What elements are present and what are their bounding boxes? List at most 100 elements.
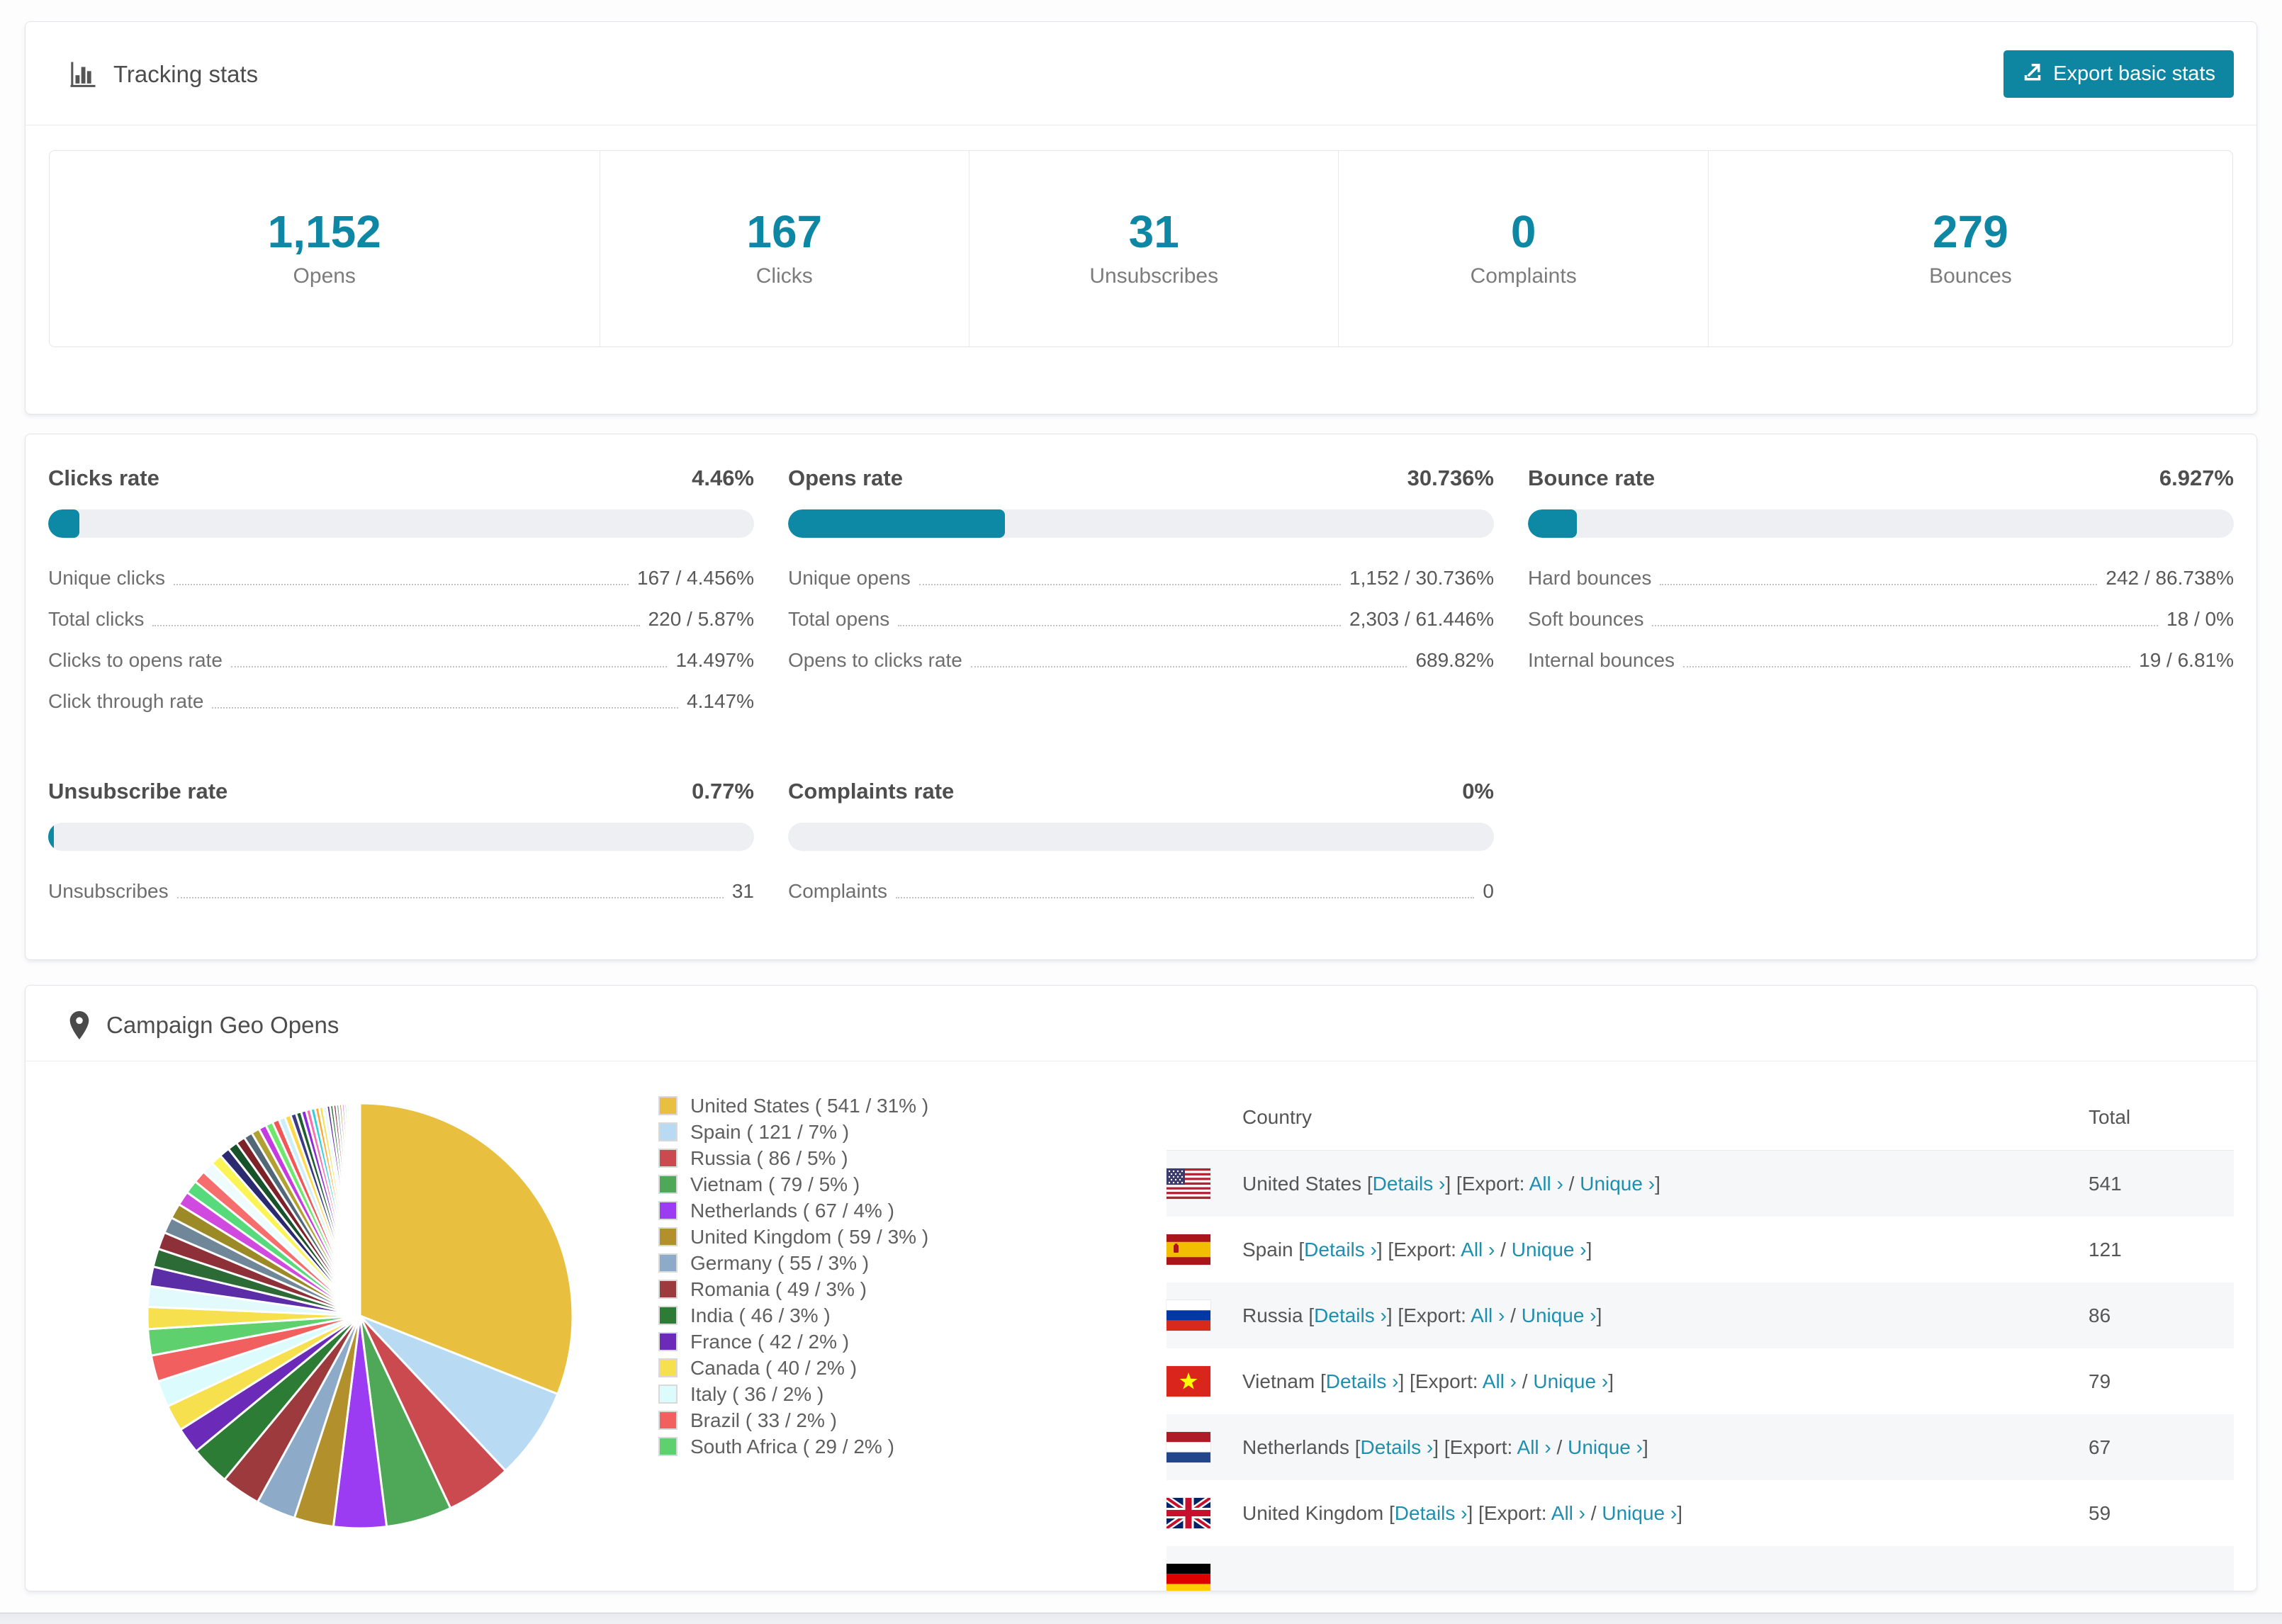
dotted-leader: [1660, 584, 2098, 585]
dotted-leader: [896, 897, 1475, 898]
export-all-link[interactable]: All ›: [1551, 1502, 1585, 1524]
rate-head: Bounce rate 6.927%: [1528, 463, 2234, 494]
flag-icon-us: [1167, 1168, 1210, 1199]
rate-block-opens-rate: Opens rate 30.736% Unique opens 1,152 / 30.…: [788, 463, 1494, 726]
legend-item-vietnam[interactable]: Vietnam ( 79 / 5% ): [658, 1171, 928, 1197]
dotted-leader: [1652, 625, 2159, 626]
rate-row-label: Click through rate: [48, 690, 204, 713]
rate-progress-bar: [788, 823, 1494, 851]
legend-item-france[interactable]: France ( 42 / 2% ): [658, 1329, 928, 1355]
details-link[interactable]: Details ›: [1314, 1304, 1387, 1326]
table-row-partial: [1167, 1546, 2234, 1591]
country-name: Vietnam [: [1242, 1370, 1326, 1392]
legend-item-south-africa[interactable]: South Africa ( 29 / 2% ): [658, 1433, 928, 1460]
rate-row: Unsubscribes 31: [48, 875, 754, 903]
rate-head: Complaints rate 0%: [788, 776, 1494, 807]
table-row-united-kingdom: United Kingdom [Details ›] [Export: All …: [1167, 1480, 2234, 1546]
total-cell: 121: [2089, 1238, 2122, 1261]
legend-item-romania[interactable]: Romania ( 49 / 3% ): [658, 1276, 928, 1302]
legend-item-spain[interactable]: Spain ( 121 / 7% ): [658, 1119, 928, 1145]
legend-item-india[interactable]: India ( 46 / 3% ): [658, 1302, 928, 1329]
export-unique-link[interactable]: Unique ›: [1580, 1173, 1655, 1195]
flag-icon-gb: [1167, 1498, 1210, 1528]
details-link[interactable]: Details ›: [1304, 1239, 1377, 1261]
table-row-russia: Russia [Details ›] [Export: All › / Uniq…: [1167, 1282, 2234, 1348]
campaign-geo-opens-card: Campaign Geo Opens United States ( 541 /…: [25, 985, 2257, 1591]
stat-label: Complaints: [1470, 264, 1577, 288]
export-unique-link[interactable]: Unique ›: [1602, 1502, 1677, 1524]
geo-title: Campaign Geo Opens: [68, 1010, 339, 1041]
legend-label: Italy ( 36 / 2% ): [690, 1382, 824, 1405]
stat-value: 0: [1510, 206, 1536, 257]
legend-item-united-states[interactable]: United States ( 541 / 31% ): [658, 1093, 928, 1119]
rate-row-value: 1,152 / 30.736%: [1349, 567, 1494, 590]
dotted-leader: [970, 666, 1407, 667]
details-link[interactable]: Details ›: [1395, 1502, 1468, 1524]
legend-label: Russia ( 86 / 5% ): [690, 1146, 848, 1169]
bracket-text: ] [Export:: [1445, 1172, 1529, 1195]
legend-item-italy[interactable]: Italy ( 36 / 2% ): [658, 1381, 928, 1407]
legend-color-chip: [658, 1332, 678, 1351]
legend-item-brazil[interactable]: Brazil ( 33 / 2% ): [658, 1407, 928, 1433]
details-link[interactable]: Details ›: [1361, 1436, 1434, 1458]
map-pin-icon: [68, 1010, 91, 1041]
country-cell: Spain [Details ›] [Export: All › / Uniqu…: [1167, 1234, 2089, 1265]
flag-icon-ru: [1167, 1300, 1210, 1331]
export-all-link[interactable]: All ›: [1529, 1173, 1563, 1195]
tracking-stats-header: Tracking stats Export basic stats: [26, 22, 2256, 98]
rate-row-value: 4.147%: [687, 690, 754, 713]
legend-item-russia[interactable]: Russia ( 86 / 5% ): [658, 1145, 928, 1171]
rate-row: Click through rate 4.147%: [48, 685, 754, 714]
export-unique-link[interactable]: Unique ›: [1533, 1370, 1608, 1392]
export-all-link[interactable]: All ›: [1461, 1239, 1495, 1261]
rate-rows: Unique clicks 167 / 4.456% Total clicks 220…: [48, 562, 754, 714]
country-links-text: United Kingdom [Details ›] [Export: All …: [1242, 1502, 1682, 1525]
export-unique-link[interactable]: Unique ›: [1522, 1304, 1597, 1326]
rate-title: Unsubscribe rate: [48, 779, 228, 803]
details-link[interactable]: Details ›: [1373, 1173, 1446, 1195]
rate-row-value: 14.497%: [675, 649, 754, 672]
rate-block-clicks-rate: Clicks rate 4.46% Unique clicks 167 / 4.456…: [48, 463, 754, 726]
details-link[interactable]: Details ›: [1326, 1370, 1399, 1392]
export-unique-link[interactable]: Unique ›: [1512, 1239, 1587, 1261]
export-unique-link[interactable]: Unique ›: [1568, 1436, 1643, 1458]
export-button-label: Export basic stats: [2053, 62, 2215, 85]
rate-row-value: 31: [731, 880, 754, 903]
rate-head: Unsubscribe rate 0.77%: [48, 776, 754, 807]
export-icon: [2022, 61, 2043, 88]
legend-item-germany[interactable]: Germany ( 55 / 3% ): [658, 1250, 928, 1276]
export-basic-stats-button[interactable]: Export basic stats: [2003, 50, 2234, 98]
legend-item-canada[interactable]: Canada ( 40 / 2% ): [658, 1355, 928, 1381]
rate-row: Unique opens 1,152 / 30.736%: [788, 562, 1494, 590]
rate-row: Total clicks 220 / 5.87%: [48, 603, 754, 631]
dotted-leader: [212, 707, 679, 709]
rates-card: Clicks rate 4.46% Unique clicks 167 / 4.456…: [25, 434, 2257, 960]
rate-rows: Unsubscribes 31: [48, 875, 754, 903]
stat-label: Bounces: [1929, 264, 2012, 288]
export-all-link[interactable]: All ›: [1471, 1304, 1505, 1326]
flag-icon-de: [1167, 1564, 1210, 1591]
geo-header: Campaign Geo Opens: [26, 986, 2256, 1041]
legend-item-united-kingdom[interactable]: United Kingdom ( 59 / 3% ): [658, 1224, 928, 1250]
legend-item-netherlands[interactable]: Netherlands ( 67 / 4% ): [658, 1197, 928, 1224]
stat-label: Clicks: [755, 264, 813, 288]
legend-color-chip: [658, 1175, 678, 1194]
export-all-link[interactable]: All ›: [1483, 1370, 1517, 1392]
summary-stat-bounces: 279 Bounces: [1709, 151, 2232, 346]
rate-title: Clicks rate: [48, 466, 159, 490]
rate-row-value: 2,303 / 61.446%: [1349, 608, 1494, 631]
stat-label: Opens: [293, 264, 356, 288]
rate-progress-bar: [788, 509, 1494, 538]
stat-value: 31: [1128, 206, 1179, 257]
legend-label: India ( 46 / 3% ): [690, 1304, 831, 1326]
rate-block-complaints-rate: Complaints rate 0% Complaints 0: [788, 776, 1494, 916]
rate-row-value: 0: [1483, 880, 1494, 903]
rate-head: Opens rate 30.736%: [788, 463, 1494, 494]
rate-percent: 0%: [1462, 779, 1494, 803]
export-all-link[interactable]: All ›: [1517, 1436, 1551, 1458]
geo-opens-pie-chart: [140, 1096, 580, 1535]
separator-text: /: [1505, 1304, 1522, 1326]
legend-label: Canada ( 40 / 2% ): [690, 1356, 858, 1379]
country-name: Spain [: [1242, 1238, 1305, 1261]
bracket-text: ]: [1642, 1436, 1648, 1458]
